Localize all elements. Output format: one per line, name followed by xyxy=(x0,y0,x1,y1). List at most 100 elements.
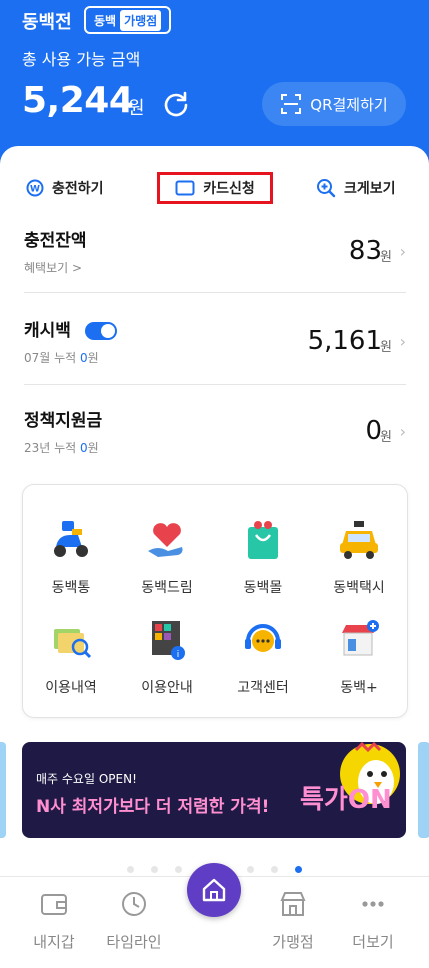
cashback-sub-prefix: 07월 누적 xyxy=(24,351,81,365)
cashback-value: 5,161 xyxy=(307,326,382,356)
menu-history[interactable]: 이용내역 xyxy=(23,617,119,697)
menu-label: 동백드림 xyxy=(141,580,193,596)
carousel-dot[interactable] xyxy=(271,866,279,873)
policy-fund-title: 정책지원금 xyxy=(24,411,103,431)
svg-text:W: W xyxy=(30,185,40,195)
divider xyxy=(24,292,406,293)
headset-icon xyxy=(245,624,281,652)
carousel-dot[interactable] xyxy=(247,866,255,873)
zoom-label: 크게보기 xyxy=(344,181,396,197)
menu-dongbaek-plus[interactable]: 동백+ xyxy=(311,617,407,697)
menu-label: 동백통 xyxy=(51,580,91,596)
nav-label: 더보기 xyxy=(352,933,394,951)
menu-label: 동백+ xyxy=(340,680,378,696)
chevron-right-icon: › xyxy=(399,242,406,261)
home-icon xyxy=(202,878,226,902)
nav-home[interactable] xyxy=(187,863,241,917)
menu-label: 동백몰 xyxy=(243,580,283,596)
nav-label: 내지갑 xyxy=(33,933,75,951)
card-icon xyxy=(175,180,195,196)
cashback-toggle[interactable] xyxy=(84,322,117,340)
next-banner-peek[interactable] xyxy=(418,742,429,838)
app-logo: 동백전 xyxy=(22,12,72,33)
service-menu-grid: 동백통 동백드림 동백몰 동백택시 이용내역 i 이용안내 고객센터 동백+ xyxy=(22,484,408,718)
charge-button[interactable]: W 충전하기 xyxy=(26,178,104,198)
policy-sub-suffix: 원 xyxy=(87,441,99,455)
banner-logo: 특가ON xyxy=(300,785,392,815)
policy-sub-prefix: 23년 누적 xyxy=(24,441,81,455)
menu-customer-center[interactable]: 고객센터 xyxy=(215,617,311,697)
nav-wallet[interactable]: 내지갑 xyxy=(14,889,94,952)
action-bar: W 충전하기 카드신청 크게보기 xyxy=(0,172,429,206)
banner-headline: N사 최저가보다 더 저렴한 가격! xyxy=(36,797,270,817)
charge-balance-unit: 원 xyxy=(380,250,392,265)
charge-balance-row[interactable]: 충전잔액 혜택보기 > 83 원 › xyxy=(24,226,406,282)
chevron-right-icon: › xyxy=(399,422,406,441)
scooter-icon xyxy=(54,521,88,557)
divider xyxy=(24,384,406,385)
menu-label: 이용안내 xyxy=(141,680,193,696)
carousel-dot[interactable] xyxy=(126,866,134,873)
won-coin-icon: W xyxy=(26,179,44,197)
policy-fund-unit: 원 xyxy=(380,430,392,445)
clock-icon xyxy=(122,892,146,916)
amount-unit: 원 xyxy=(128,98,145,119)
qr-pay-button[interactable]: QR결제하기 xyxy=(262,82,406,126)
nav-label: 가맹점 xyxy=(272,933,314,951)
menu-guide[interactable]: i 이용안내 xyxy=(119,617,215,697)
carousel-dot[interactable] xyxy=(174,866,182,873)
menu-dongbaekdream[interactable]: 동백드림 xyxy=(119,517,215,597)
store-plus-icon xyxy=(342,620,379,656)
carousel-dot[interactable] xyxy=(150,866,158,873)
qr-pay-label: QR결제하기 xyxy=(310,95,388,114)
qr-scan-icon xyxy=(281,94,302,114)
zoom-in-icon xyxy=(317,179,336,198)
header: 동백전 동백 가맹점 총 사용 가능 금액 5,244 원 QR결제하기 xyxy=(0,0,429,160)
card-apply-button[interactable]: 카드신청 xyxy=(157,172,273,204)
more-icon xyxy=(362,901,384,907)
cashback-title: 캐시백 xyxy=(24,321,71,341)
zoom-button[interactable]: 크게보기 xyxy=(316,178,396,198)
mascot-icon: 특가ON xyxy=(300,742,400,815)
menu-dongbaekmall[interactable]: 동백몰 xyxy=(215,517,311,597)
charge-balance-value: 83 xyxy=(348,236,382,266)
merchant-badge[interactable]: 동백 가맹점 xyxy=(84,6,172,34)
promo-banner[interactable]: 매주 수요일 OPEN! N사 최저가보다 더 저렴한 가격! 특가ON xyxy=(22,742,406,838)
menu-dongbaektong[interactable]: 동백통 xyxy=(23,517,119,597)
available-amount: 5,244 xyxy=(22,80,134,121)
prev-banner-peek[interactable] xyxy=(0,742,6,838)
refresh-icon[interactable] xyxy=(162,90,190,118)
menu-label: 이용내역 xyxy=(45,680,97,696)
bottom-nav: 내지갑 타임라인 가맹점 더보기 xyxy=(0,863,429,968)
shopping-bag-icon xyxy=(248,521,278,559)
cashback-row[interactable]: 캐시백 07월 누적 0원 5,161 원 › xyxy=(24,316,406,372)
policy-fund-yearly: 23년 누적 0원 xyxy=(24,439,406,456)
carousel-dot-active[interactable] xyxy=(295,866,303,873)
policy-fund-row[interactable]: 정책지원금 23년 누적 0원 0 원 › xyxy=(24,406,406,462)
menu-dongbaektaxi[interactable]: 동백택시 xyxy=(311,517,407,597)
main-sheet: W 충전하기 카드신청 크게보기 충전잔액 혜택보기 > 83 원 › 캐시백 … xyxy=(0,146,429,876)
chevron-right-icon: › xyxy=(399,332,406,351)
cashback-sub-value: 0 xyxy=(80,351,88,365)
badge-left: 동백 xyxy=(94,13,117,28)
wallet-icon xyxy=(41,894,67,915)
badge-right: 가맹점 xyxy=(120,9,162,31)
charge-label: 충전하기 xyxy=(52,181,104,197)
cashback-unit: 원 xyxy=(380,340,392,355)
taxi-icon xyxy=(340,521,378,559)
policy-sub-value: 0 xyxy=(80,441,88,455)
nav-more[interactable]: 더보기 xyxy=(333,889,413,952)
cashback-sub-suffix: 원 xyxy=(87,351,99,365)
menu-label: 고객센터 xyxy=(237,680,289,696)
nav-timeline[interactable]: 타임라인 xyxy=(94,889,174,952)
nav-merchants[interactable]: 가맹점 xyxy=(253,889,333,952)
card-apply-label: 카드신청 xyxy=(203,181,255,197)
svg-text:i: i xyxy=(177,650,180,660)
store-icon xyxy=(280,892,306,916)
history-search-icon xyxy=(54,629,92,659)
banner-small-text: 매주 수요일 OPEN! xyxy=(36,772,137,786)
nav-label: 타임라인 xyxy=(106,933,162,951)
guide-icon: i xyxy=(152,621,185,660)
heart-hand-icon xyxy=(148,523,183,557)
menu-label: 동백택시 xyxy=(333,580,385,596)
